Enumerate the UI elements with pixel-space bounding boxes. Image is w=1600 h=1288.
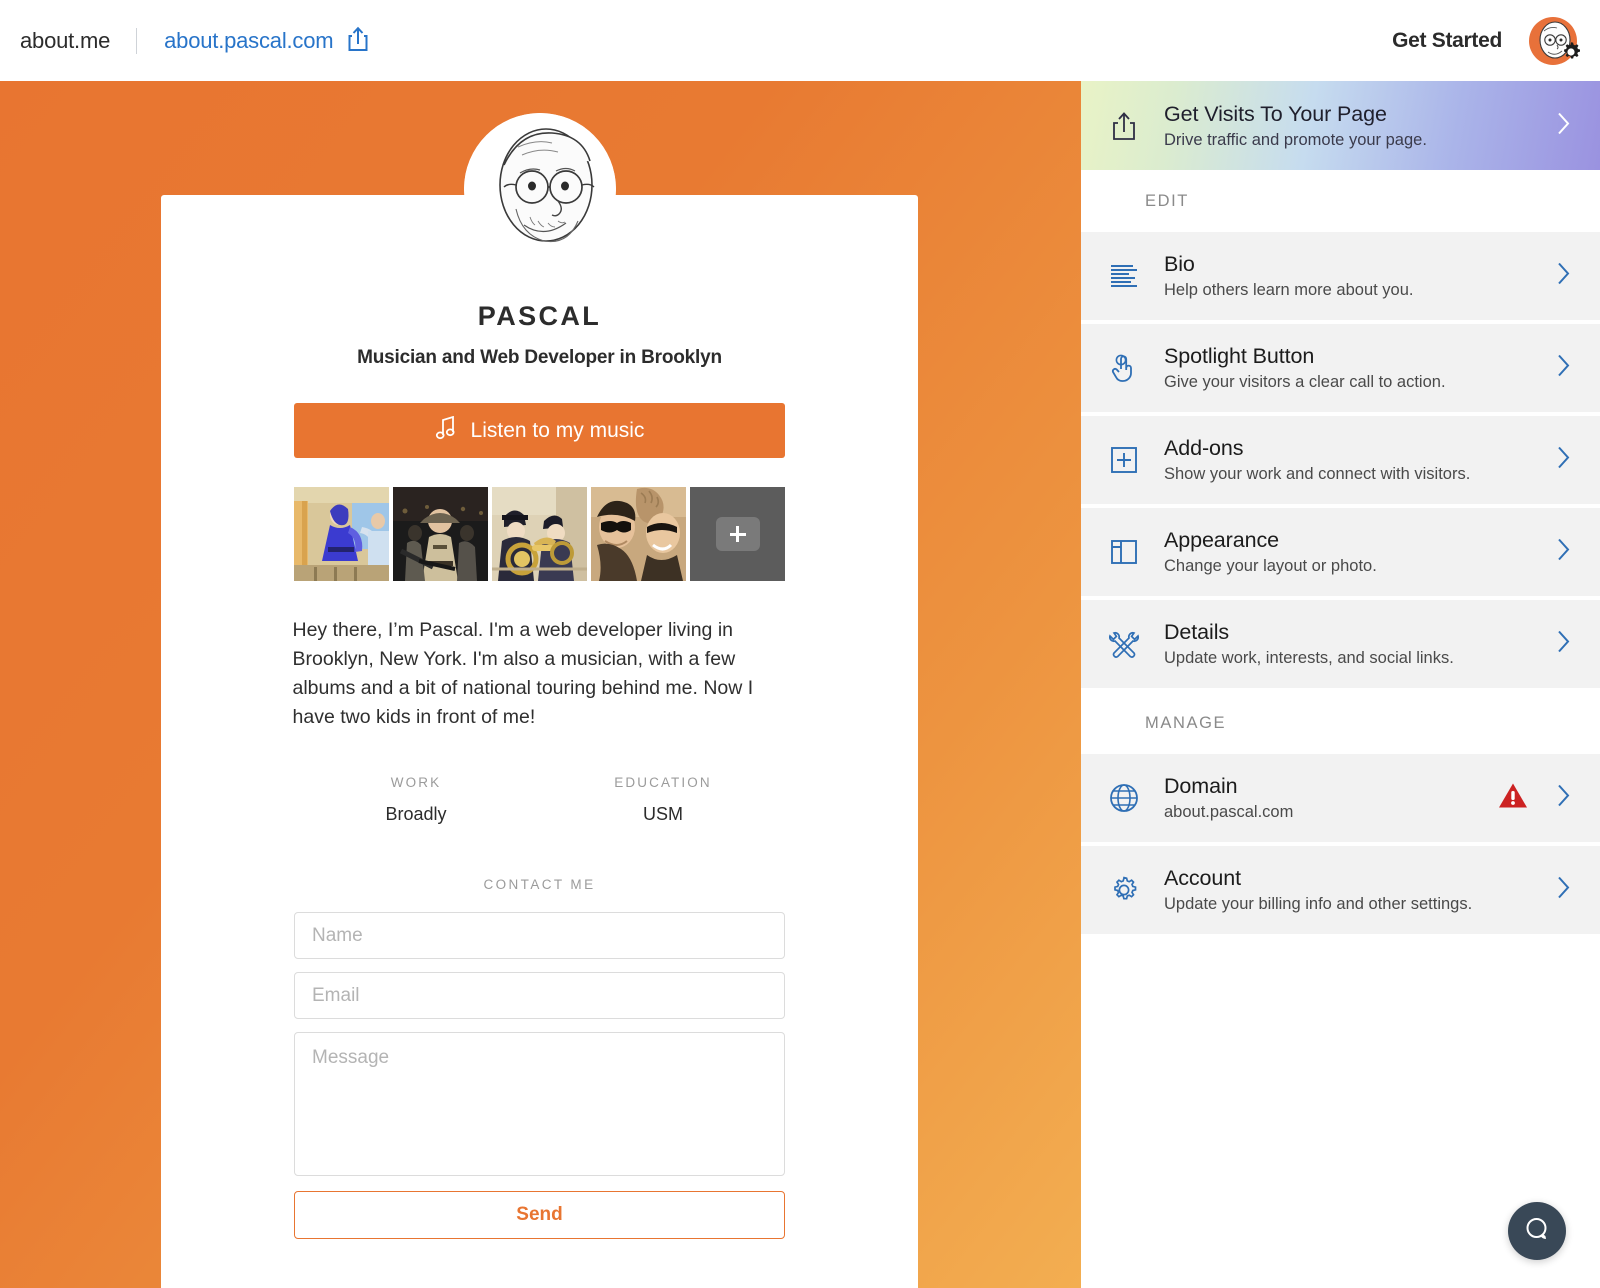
settings-sidebar: Get Visits To Your Page Drive traffic an… bbox=[1081, 81, 1600, 1288]
layout-icon bbox=[1104, 538, 1144, 566]
sidebar-item-add-ons-text: Add-ons Show your work and connect with … bbox=[1164, 436, 1470, 484]
sidebar-item-spotlight-button-title: Spotlight Button bbox=[1164, 344, 1315, 368]
top-bar-left: about.me about.pascal.com bbox=[0, 26, 369, 55]
sidebar-item-spotlight-button-text: Spotlight Button Give your visitors a cl… bbox=[1164, 344, 1446, 392]
sidebar-item-domain-subtitle: about.pascal.com bbox=[1164, 803, 1294, 821]
sidebar-item-account[interactable]: Account Update your billing info and oth… bbox=[1081, 846, 1600, 934]
vertical-divider bbox=[136, 27, 138, 54]
share-icon bbox=[1104, 111, 1144, 141]
get-visits-title: Get Visits To Your Page bbox=[1164, 101, 1387, 126]
gallery-strip bbox=[294, 487, 785, 581]
sidebar-item-account-title: Account bbox=[1164, 866, 1241, 890]
chevron-right-icon bbox=[1557, 262, 1571, 291]
get-visits-banner[interactable]: Get Visits To Your Page Drive traffic an… bbox=[1081, 81, 1600, 170]
chevron-right-icon bbox=[1557, 630, 1571, 659]
sidebar-item-domain[interactable]: Domain about.pascal.com bbox=[1081, 754, 1600, 842]
detail-work-value: Broadly bbox=[385, 804, 447, 824]
avatar[interactable] bbox=[1528, 15, 1580, 66]
chevron-right-icon bbox=[1557, 446, 1571, 475]
chat-button[interactable] bbox=[1508, 1202, 1566, 1260]
thumbnail-woman-in-blue[interactable] bbox=[294, 487, 389, 581]
details-row: WORK Broadly EDUCATION USM bbox=[293, 775, 787, 825]
detail-education-label: EDUCATION bbox=[614, 775, 712, 790]
section-heading-edit: EDIT bbox=[1081, 170, 1600, 232]
contact-section-title: CONTACT ME bbox=[483, 877, 596, 892]
sidebar-item-spotlight-button-subtitle: Give your visitors a clear call to actio… bbox=[1164, 373, 1446, 391]
top-bar: about.me about.pascal.com Get Started bbox=[0, 0, 1600, 81]
add-photo-button[interactable] bbox=[690, 487, 785, 581]
plus-square-icon bbox=[1104, 446, 1144, 474]
sidebar-item-bio-subtitle: Help others learn more about you. bbox=[1164, 281, 1414, 299]
plus-icon bbox=[715, 517, 760, 551]
tools-icon bbox=[1104, 630, 1144, 658]
text-lines-icon bbox=[1104, 263, 1144, 289]
sidebar-item-account-text: Account Update your billing info and oth… bbox=[1164, 866, 1472, 914]
brand-label[interactable]: about.me bbox=[20, 28, 110, 54]
sidebar-item-appearance[interactable]: Appearance Change your layout or photo. bbox=[1081, 508, 1600, 596]
sidebar-item-spotlight-button[interactable]: Spotlight Button Give your visitors a cl… bbox=[1081, 324, 1600, 412]
chevron-right-icon bbox=[1557, 538, 1571, 567]
sidebar-item-appearance-title: Appearance bbox=[1164, 528, 1279, 552]
bio-text: Hey there, I’m Pascal. I'm a web develop… bbox=[292, 619, 754, 728]
sidebar-item-details-text: Details Update work, interests, and soci… bbox=[1164, 620, 1454, 668]
name-input[interactable] bbox=[294, 912, 785, 959]
gear-icon bbox=[1104, 875, 1144, 905]
profile-headline: Musician and Web Developer in Brooklyn bbox=[357, 347, 722, 368]
sidebar-item-bio-title: Bio bbox=[1164, 252, 1195, 276]
pointing-hand-icon bbox=[1104, 353, 1144, 383]
message-input[interactable] bbox=[294, 1032, 785, 1176]
sidebar-item-add-ons-subtitle: Show your work and connect with visitors… bbox=[1164, 465, 1471, 483]
spotlight-button[interactable]: Listen to my music bbox=[294, 403, 785, 458]
sidebar-item-details[interactable]: Details Update work, interests, and soci… bbox=[1081, 600, 1600, 688]
detail-work-label: WORK bbox=[390, 775, 442, 790]
chevron-right-icon bbox=[1557, 876, 1571, 905]
sidebar-item-bio[interactable]: Bio Help others learn more about you. bbox=[1081, 232, 1600, 320]
sidebar-item-details-subtitle: Update work, interests, and social links… bbox=[1164, 649, 1454, 667]
globe-icon bbox=[1104, 783, 1144, 813]
gear-icon[interactable] bbox=[1558, 39, 1584, 70]
sidebar-item-details-title: Details bbox=[1164, 620, 1230, 644]
sidebar-item-add-ons-title: Add-ons bbox=[1164, 436, 1244, 460]
thumbnail-man-in-uniform[interactable] bbox=[393, 487, 488, 581]
warning-icon bbox=[1498, 782, 1528, 814]
card-content: PASCAL Musician and Web Developer in Bro… bbox=[161, 195, 918, 1239]
profile-photo[interactable] bbox=[463, 113, 616, 265]
sidebar-item-appearance-subtitle: Change your layout or photo. bbox=[1164, 557, 1377, 575]
get-visits-text: Get Visits To Your Page Drive traffic an… bbox=[1164, 102, 1427, 150]
contact-form: Send bbox=[294, 912, 785, 1239]
chevron-right-icon bbox=[1557, 354, 1571, 383]
detail-education: EDUCATION USM bbox=[540, 775, 787, 825]
detail-education-value: USM bbox=[643, 804, 683, 824]
sidebar-item-account-subtitle: Update your billing info and other setti… bbox=[1164, 895, 1473, 913]
top-bar-right: Get Started bbox=[1392, 0, 1580, 81]
profile-card: PASCAL Musician and Web Developer in Bro… bbox=[161, 113, 918, 1288]
email-input[interactable] bbox=[294, 972, 785, 1019]
thumbnail-marching-band[interactable] bbox=[492, 487, 587, 581]
share-icon[interactable] bbox=[347, 26, 369, 55]
profile-canvas: PASCAL Musician and Web Developer in Bro… bbox=[0, 81, 1081, 1288]
send-button[interactable]: Send bbox=[294, 1191, 785, 1239]
get-visits-subtitle: Drive traffic and promote your page. bbox=[1164, 130, 1427, 149]
section-heading-manage: MANAGE bbox=[1081, 692, 1600, 754]
spotlight-button-label: Listen to my music bbox=[470, 418, 645, 442]
sidebar-item-add-ons[interactable]: Add-ons Show your work and connect with … bbox=[1081, 416, 1600, 504]
chevron-right-icon bbox=[1557, 784, 1571, 813]
get-started-button[interactable]: Get Started bbox=[1392, 29, 1502, 53]
chevron-right-icon bbox=[1557, 111, 1571, 140]
app-root: about.me about.pascal.com Get Started PA… bbox=[0, 0, 1600, 1288]
domain-link[interactable]: about.pascal.com bbox=[164, 28, 333, 54]
sidebar-item-domain-text: Domain about.pascal.com bbox=[1164, 774, 1293, 822]
chat-bubble-icon bbox=[1523, 1215, 1551, 1248]
thumbnail-couple-sunglasses[interactable] bbox=[591, 487, 686, 581]
music-note-icon bbox=[435, 415, 457, 446]
sidebar-item-domain-title: Domain bbox=[1164, 774, 1238, 798]
page-title: PASCAL bbox=[477, 301, 602, 331]
detail-work: WORK Broadly bbox=[293, 775, 540, 825]
sidebar-item-bio-text: Bio Help others learn more about you. bbox=[1164, 252, 1413, 300]
sidebar-item-appearance-text: Appearance Change your layout or photo. bbox=[1164, 528, 1377, 576]
